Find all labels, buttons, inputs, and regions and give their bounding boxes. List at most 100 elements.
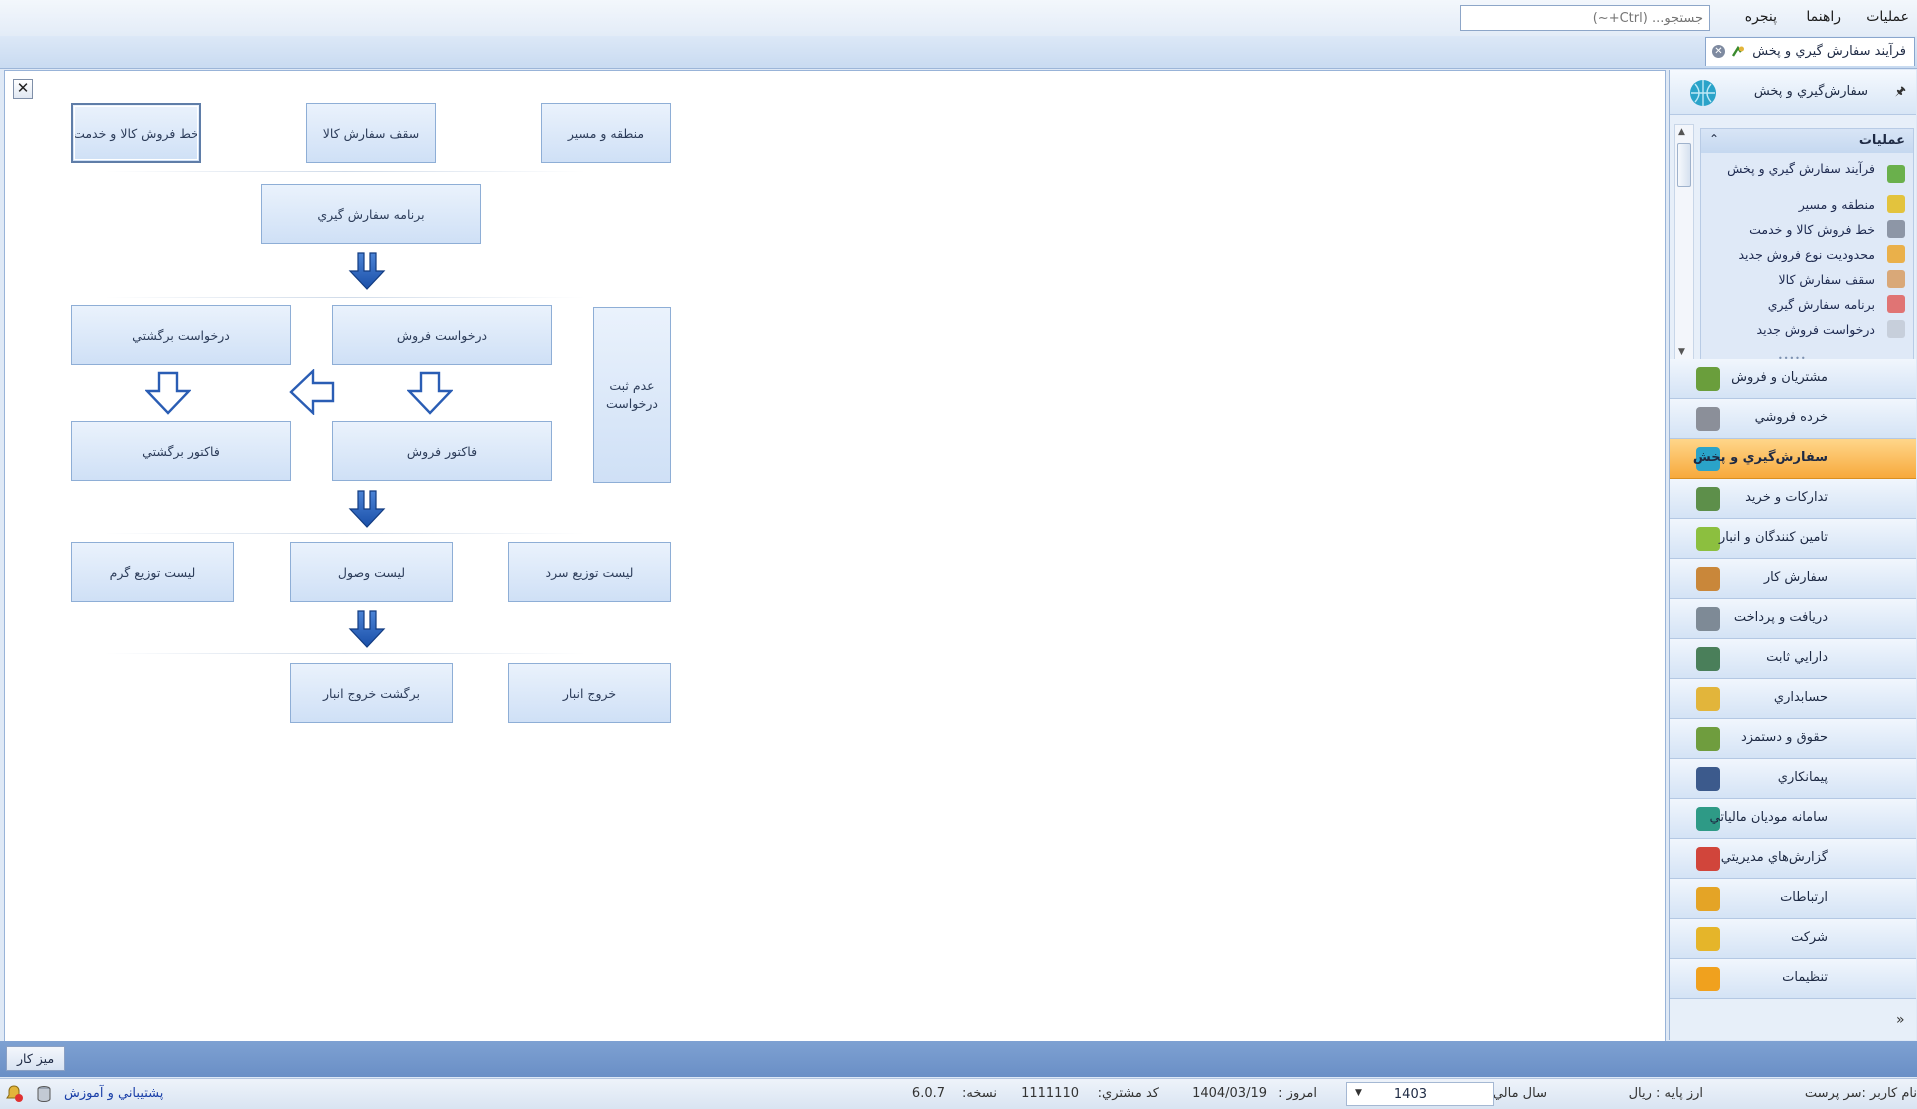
chart-icon bbox=[1696, 367, 1720, 391]
status-today: 1404/03/19 bbox=[1192, 1086, 1267, 1101]
sidebar-category-label: پيمانکاري bbox=[1777, 770, 1828, 785]
boxes-icon bbox=[1696, 487, 1720, 511]
helmet-icon bbox=[1696, 767, 1720, 791]
search-input[interactable] bbox=[1460, 5, 1710, 31]
sidebar-category-label: سامانه موديان مالياتي bbox=[1709, 810, 1828, 825]
op-sales-line[interactable]: خط فروش کالا و خدمت bbox=[1715, 222, 1875, 237]
status-today-label: امروز : bbox=[1278, 1086, 1317, 1101]
cart-icon bbox=[1887, 220, 1905, 238]
status-version: 6.0.7 bbox=[911, 1086, 945, 1101]
menu-window[interactable]: پنجره bbox=[1745, 9, 1777, 25]
truck-icon bbox=[1696, 647, 1720, 671]
support-link[interactable]: پشتيباني و آموزش bbox=[64, 1086, 163, 1101]
op-new-sales-request[interactable]: درخواست فروش جديد bbox=[1715, 322, 1875, 337]
sidebar-category-item[interactable]: حسابداري bbox=[1670, 679, 1916, 719]
flow-region-route[interactable]: منطقه و مسير bbox=[541, 103, 671, 163]
tools-icon bbox=[1696, 567, 1720, 591]
more-chevron-icon[interactable]: » bbox=[1896, 1012, 1905, 1028]
flow-order-ceiling[interactable]: سقف سفارش کالا bbox=[306, 103, 436, 163]
divider bbox=[105, 171, 585, 172]
document-tab-strip bbox=[0, 36, 1917, 69]
flow-return-request[interactable]: درخواست برگشتي bbox=[71, 305, 291, 365]
flow-cold-distribution-list[interactable]: ليست توزيع سرد bbox=[508, 542, 671, 602]
fiscal-year-select[interactable]: 1403 ▼ bbox=[1346, 1082, 1494, 1106]
sidebar-category-item[interactable]: گزارش‌هاي مديريتي bbox=[1670, 839, 1916, 879]
flow-return-invoice[interactable]: فاکتور برگشتي bbox=[71, 421, 291, 481]
sidebar-category-item[interactable]: سفارش‌گيري و پخش bbox=[1670, 439, 1916, 479]
sidebar-category-item[interactable]: حقوق و دستمزد bbox=[1670, 719, 1916, 759]
flow-hot-distribution-list[interactable]: ليست توزيع گرم bbox=[71, 542, 234, 602]
fiscal-year-value: 1403 bbox=[1393, 1087, 1427, 1102]
flow-order-program[interactable]: برنامه سفارش گيري bbox=[261, 184, 481, 244]
sidebar-category-item[interactable]: شرکت bbox=[1670, 919, 1916, 959]
sidebar-category-item[interactable]: خرده فروشي bbox=[1670, 399, 1916, 439]
scroll-down-icon[interactable]: ▼ bbox=[1678, 347, 1685, 357]
chevron-down-icon[interactable]: ▼ bbox=[1355, 1088, 1362, 1098]
desktop-button[interactable]: ميز کار bbox=[6, 1046, 66, 1071]
divider bbox=[105, 653, 585, 654]
double-arrow-down-icon bbox=[348, 252, 386, 290]
menu-operations[interactable]: عمليات bbox=[1866, 9, 1909, 25]
flow-sales-line[interactable]: خط فروش کالا و خدمت bbox=[71, 103, 201, 163]
sidebar-category-label: ارتباطات bbox=[1780, 890, 1828, 905]
op-sales-type-limit[interactable]: محدوديت نوع فروش جديد bbox=[1715, 247, 1876, 262]
op-process[interactable]: فرآيند سفارش گيري و پخش bbox=[1715, 161, 1875, 176]
menu-help[interactable]: راهنما bbox=[1806, 9, 1841, 25]
flow-sales-request[interactable]: درخواست فروش bbox=[332, 305, 552, 365]
status-base-currency: ارز پايه : ريال bbox=[1628, 1086, 1703, 1101]
sidebar-category-label: حقوق و دستمزد bbox=[1740, 730, 1828, 745]
op-order-ceiling[interactable]: سقف سفارش کالا bbox=[1715, 272, 1875, 287]
ops-scrollbar[interactable]: ▲ ▼ bbox=[1674, 124, 1694, 362]
flow-warehouse-exit-return[interactable]: برگشت خروج انبار bbox=[290, 663, 453, 723]
tab-label: فرآيند سفارش گيري و پخش bbox=[1752, 44, 1906, 59]
double-arrow-down-icon bbox=[348, 490, 386, 528]
sidebar-category-item[interactable]: تدارکات و خريد bbox=[1670, 479, 1916, 519]
warehouse-icon bbox=[1696, 527, 1720, 551]
arrow-down-icon bbox=[407, 371, 453, 415]
arrow-left-icon bbox=[289, 369, 335, 415]
status-customer-code-label: کد مشتري: bbox=[1097, 1086, 1159, 1101]
people-icon bbox=[1696, 927, 1720, 951]
double-arrow-down-icon bbox=[348, 610, 386, 648]
sidebar-category-item[interactable]: پيمانکاري bbox=[1670, 759, 1916, 799]
close-tab-icon[interactable]: ✕ bbox=[1712, 45, 1725, 58]
phone-icon bbox=[1696, 887, 1720, 911]
notification-bell-icon[interactable] bbox=[4, 1084, 24, 1104]
sidebar-category-label: مشتريان و فروش bbox=[1731, 370, 1828, 385]
status-fiscal-year-label: سال مالي: bbox=[1488, 1086, 1547, 1101]
sidebar-category-item[interactable]: ارتباطات bbox=[1670, 879, 1916, 919]
sidebar-category-label: گزارش‌هاي مديريتي bbox=[1720, 850, 1828, 865]
flow-collection-list[interactable]: ليست وصول bbox=[290, 542, 453, 602]
op-region-route[interactable]: منطقه و مسير bbox=[1715, 197, 1875, 212]
sidebar-title: سفارش‌گيري و پخش bbox=[1753, 84, 1868, 99]
flow-sales-invoice[interactable]: فاکتور فروش bbox=[332, 421, 552, 481]
process-icon bbox=[1731, 45, 1744, 57]
sidebar-category-label: خرده فروشي bbox=[1754, 410, 1828, 425]
sidebar-category-item[interactable]: دارايي ثابت bbox=[1670, 639, 1916, 679]
menu-bar: عمليات راهنما پنجره bbox=[0, 0, 1917, 37]
sidebar-category-item[interactable]: سامانه موديان مالياتي bbox=[1670, 799, 1916, 839]
cash-icon bbox=[1696, 727, 1720, 751]
sidebar-category-label: سفارش کار bbox=[1763, 570, 1828, 585]
sidebar-category-item[interactable]: دريافت و پرداخت bbox=[1670, 599, 1916, 639]
sidebar-category-label: حسابداري bbox=[1773, 690, 1828, 705]
flow-warehouse-exit[interactable]: خروج انبار bbox=[508, 663, 671, 723]
pin-icon[interactable]: 🖈 bbox=[1895, 82, 1906, 103]
sidebar-category-item[interactable]: مشتريان و فروش bbox=[1670, 359, 1916, 399]
operations-title: عمليات bbox=[1858, 133, 1905, 148]
op-order-program[interactable]: برنامه سفارش گيري bbox=[1715, 297, 1875, 312]
sidebar-category-label: تدارکات و خريد bbox=[1745, 490, 1828, 505]
collapse-up-icon[interactable]: ⌃ bbox=[1709, 132, 1719, 146]
scroll-thumb[interactable] bbox=[1677, 143, 1691, 187]
navigation-sidebar: 🖈 سفارش‌گيري و پخش ▲ ▼ ⌃ عمليات فرآيند س… bbox=[1669, 70, 1916, 1040]
cart-icon bbox=[1696, 407, 1720, 431]
sidebar-category-item[interactable]: سفارش کار bbox=[1670, 559, 1916, 599]
operations-header[interactable]: ⌃ عمليات bbox=[1701, 129, 1913, 153]
sidebar-category-item[interactable]: تامين کنندگان و انبار bbox=[1670, 519, 1916, 559]
tab-order-distribution-process[interactable]: ✕ فرآيند سفارش گيري و پخش bbox=[1705, 37, 1915, 66]
scroll-up-icon[interactable]: ▲ bbox=[1678, 127, 1685, 137]
calendar-icon bbox=[1887, 295, 1905, 313]
close-canvas-button[interactable]: ✕ bbox=[13, 79, 33, 99]
flow-no-request[interactable]: عدم ثبت درخواست bbox=[593, 307, 671, 483]
sidebar-category-item[interactable]: تنظيمات bbox=[1670, 959, 1916, 999]
